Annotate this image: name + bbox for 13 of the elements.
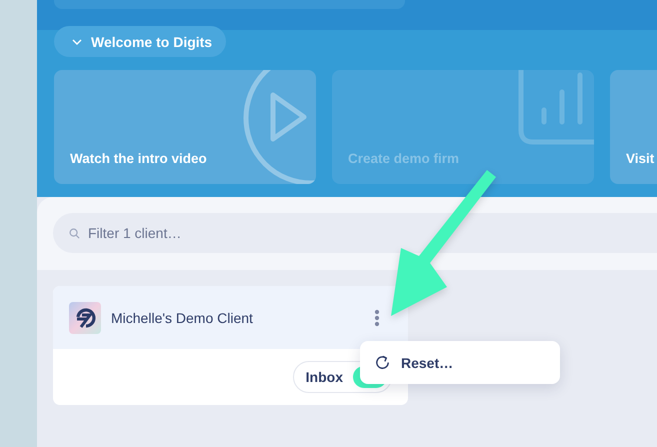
card-label: Watch the intro video	[70, 151, 207, 166]
welcome-toggle[interactable]: Welcome to Digits	[54, 26, 226, 57]
welcome-card[interactable]: Visit	[610, 70, 657, 184]
more-icon[interactable]	[374, 308, 380, 326]
toggle-label: Inbox	[306, 369, 343, 385]
filter-field[interactable]: Filter 1 client…	[53, 213, 657, 253]
refresh-icon	[374, 354, 391, 371]
bar-chart-icon	[518, 70, 594, 145]
logo-icon	[69, 302, 101, 334]
welcome-card[interactable]: Watch the intro video	[54, 70, 316, 184]
client-name: Michelle's Demo Client	[111, 310, 254, 326]
card-label: Visit	[626, 151, 654, 166]
card-label: Create demo firm	[348, 151, 460, 166]
